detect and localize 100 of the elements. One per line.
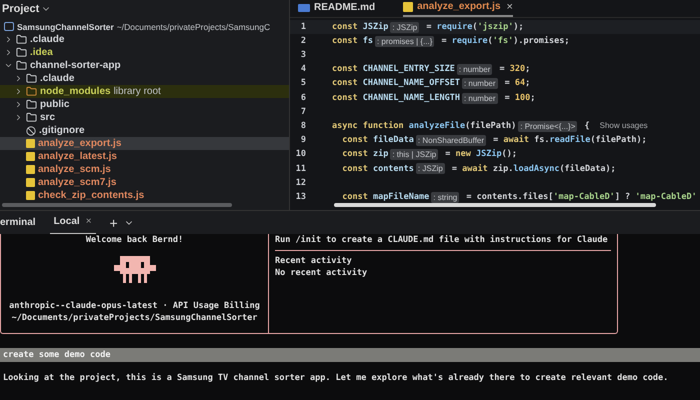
code-token: new xyxy=(456,148,472,162)
tree-item[interactable]: .gitignore xyxy=(0,124,289,137)
chevron-down-icon[interactable] xyxy=(4,61,13,70)
item-label: analyze_export.js xyxy=(38,138,122,150)
code-token: = xyxy=(492,134,500,147)
recent-activity-text: No recent activity xyxy=(275,267,368,279)
code-token: loadAsync xyxy=(513,162,560,176)
line-number: 12 xyxy=(294,176,306,190)
user-prompt: create some demo code xyxy=(0,348,700,362)
code-token: = contents.files[ xyxy=(465,190,554,203)
tree-item[interactable]: public xyxy=(0,98,289,111)
tree-item[interactable]: SamsungChannelSorter ~/Documents/privateProjects/SamsungC xyxy=(0,20,289,33)
item-path: ~/Documents/privateProjects/SamsungC xyxy=(116,20,270,32)
code-token: const xyxy=(341,162,369,176)
folder-icon xyxy=(16,60,27,71)
type-hint: : JSZip xyxy=(416,163,445,174)
chevron-right-icon[interactable] xyxy=(4,35,13,44)
scrollbar[interactable] xyxy=(2,203,232,207)
chevron-right-icon[interactable] xyxy=(14,113,23,122)
close-icon[interactable]: × xyxy=(86,214,92,229)
chevron-right-icon[interactable] xyxy=(4,48,13,57)
code-token: (filePath) xyxy=(465,120,516,133)
code-token: JSZip xyxy=(362,20,388,34)
code-token: ( xyxy=(488,34,493,48)
tree-item[interactable]: channel-sorter-app xyxy=(0,59,289,72)
tree-item[interactable]: .claude xyxy=(0,33,289,46)
line-number: 1 xyxy=(300,20,306,34)
code-token: const xyxy=(341,190,369,203)
code-token: = xyxy=(504,92,511,104)
tree-item[interactable]: .claude xyxy=(0,72,289,85)
tree-item[interactable]: analyze_export.js xyxy=(0,137,289,150)
line-number: 3 xyxy=(300,49,306,62)
tree-item[interactable]: analyze_scm7.js xyxy=(0,176,289,189)
type-hint: : number xyxy=(462,92,498,104)
code-token: contents xyxy=(372,162,414,176)
editor-tab[interactable]: analyze_export.js × xyxy=(403,0,513,17)
tree-item[interactable]: check_zip_contents.js xyxy=(0,189,289,202)
code-token: async function xyxy=(332,120,405,133)
code-token: readFile xyxy=(549,134,590,147)
code-token: const xyxy=(332,92,359,104)
code-token: ; xyxy=(530,92,536,104)
chevron-right-icon[interactable] xyxy=(14,100,23,109)
code-token: (filePath); xyxy=(590,134,647,147)
tree-item[interactable]: analyze_scm.js xyxy=(0,163,289,176)
item-label: SamsungChannelSorter xyxy=(17,20,114,32)
code-token: require xyxy=(452,34,488,48)
type-hint: : JSZip xyxy=(390,22,420,33)
code-token: fs. xyxy=(534,134,550,147)
code-token: = xyxy=(440,34,448,48)
code-token: (fileData); xyxy=(559,162,616,176)
code-token: require xyxy=(436,20,472,34)
code-token: const xyxy=(332,77,359,90)
js-file-icon xyxy=(403,2,414,12)
code-token: = xyxy=(425,20,432,34)
chevron-right-icon[interactable] xyxy=(14,74,23,83)
code-token: = xyxy=(444,148,452,162)
close-icon[interactable]: × xyxy=(506,2,513,12)
type-hint: : number xyxy=(456,64,492,76)
folder-icon xyxy=(16,34,27,45)
ignore-file-icon xyxy=(26,126,36,136)
model-info-text: anthropic--claude-opus-latest · API Usage Billing xyxy=(9,300,260,312)
code-token: ] ? xyxy=(614,190,632,203)
code-token: 'map-CableD' xyxy=(553,190,615,203)
type-hint: : string xyxy=(431,192,460,203)
code-token: const xyxy=(341,148,369,162)
line-number: 8 xyxy=(300,120,306,133)
code-token: const xyxy=(332,34,359,48)
item-label: analyze_scm7.js xyxy=(38,176,116,188)
line-number: 4 xyxy=(300,63,306,76)
type-hint: : number xyxy=(462,78,498,90)
code-token: { xyxy=(584,120,590,133)
item-label: analyze_latest.js xyxy=(38,150,117,162)
code-token: CHANNEL_NAME_LENGTH xyxy=(362,92,460,104)
code-token: (); xyxy=(502,148,517,162)
tree-item[interactable]: node_modules library root xyxy=(0,85,289,98)
tree-item[interactable]: analyze_latest.js xyxy=(0,150,289,163)
item-label: .claude xyxy=(40,72,74,84)
scrollbar[interactable] xyxy=(334,203,656,207)
show-usages-link[interactable]: Show usages xyxy=(600,120,648,132)
code-token: 'fs' xyxy=(492,34,514,48)
line-number: 13 xyxy=(294,190,306,203)
editor-tab[interactable]: README.md xyxy=(298,0,376,17)
code-token: analyzeFile xyxy=(408,120,466,133)
terminal-title: erminal xyxy=(0,216,36,230)
code-token: fs xyxy=(362,34,373,48)
type-hint: : this | JSZip xyxy=(390,149,438,160)
tree-item[interactable]: src xyxy=(0,111,289,124)
tree-item[interactable]: .idea xyxy=(0,46,289,59)
code-token: zip xyxy=(372,148,388,162)
type-hint: : Promise<{...}> xyxy=(518,120,578,132)
code-token: = xyxy=(498,63,506,76)
chevron-right-icon[interactable] xyxy=(14,87,23,96)
item-label: src xyxy=(40,112,56,124)
item-label: check_zip_contents.js xyxy=(38,190,144,202)
new-tab-button[interactable]: + xyxy=(110,216,118,230)
code-token: = xyxy=(450,162,458,176)
item-label: public xyxy=(40,98,70,110)
line-number: 2 xyxy=(300,34,306,48)
recent-activity-title: Recent activity xyxy=(275,255,353,267)
code-token: ; xyxy=(525,77,530,90)
